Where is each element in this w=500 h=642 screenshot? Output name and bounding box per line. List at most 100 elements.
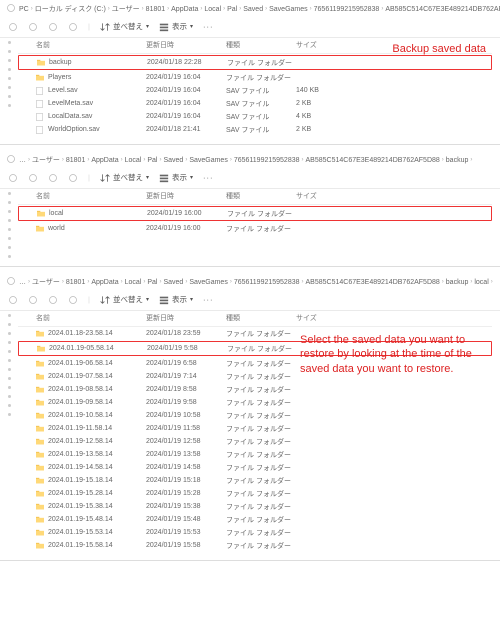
col-date[interactable]: 更新日時 — [146, 40, 226, 50]
table-row[interactable]: 2024.01.19-09.58.142024/01/19 9:58ファイル フ… — [18, 396, 492, 409]
breadcrumb-segment[interactable]: Pal — [147, 157, 157, 164]
breadcrumb[interactable]: …›ユーザー›81801›AppData›Local›Pal›Saved›Sav… — [0, 273, 500, 291]
paste-button[interactable] — [68, 173, 78, 183]
table-row[interactable]: 2024.01.19-15.58.142024/01/19 15:58ファイル … — [18, 539, 492, 552]
sort-button[interactable]: 並べ替え ▾ — [100, 294, 149, 305]
breadcrumb-segment[interactable]: Saved — [243, 6, 263, 13]
breadcrumb-segment[interactable]: Pal — [147, 279, 157, 286]
folder-icon — [36, 451, 44, 458]
gutter-marker — [8, 323, 11, 326]
chevron-down-icon: ▾ — [190, 174, 193, 181]
col-name[interactable]: 名前 — [36, 40, 146, 50]
breadcrumb-segment[interactable]: Saved — [163, 157, 183, 164]
breadcrumb-segment[interactable]: ローカル ディスク (C:) — [35, 4, 106, 14]
breadcrumb-segment[interactable]: Local — [125, 157, 142, 164]
breadcrumb-segment[interactable]: Local — [204, 6, 221, 13]
explorer-panel: PC›ローカル ディスク (C:)›ユーザー›81801›AppData›Loc… — [0, 0, 500, 145]
col-type[interactable]: 種類 — [226, 313, 296, 323]
col-name[interactable]: 名前 — [36, 313, 146, 323]
chevron-down-icon: ▾ — [146, 174, 149, 181]
breadcrumb-segment[interactable]: SaveGames — [189, 279, 228, 286]
table-row[interactable]: local2024/01/19 16:00ファイル フォルダー — [18, 206, 492, 221]
paste-button[interactable] — [68, 22, 78, 32]
table-row[interactable]: 2024.01.19-12.58.142024/01/19 12:58ファイル … — [18, 435, 492, 448]
more-button[interactable]: ··· — [203, 173, 214, 182]
sort-button[interactable]: 並べ替え ▾ — [100, 21, 149, 32]
breadcrumb-segment[interactable]: Pal — [227, 6, 237, 13]
breadcrumb-segment[interactable]: PC — [19, 6, 29, 13]
breadcrumb-segment[interactable]: AppData — [91, 279, 118, 286]
breadcrumb-segment[interactable]: SaveGames — [189, 157, 228, 164]
table-row[interactable]: 2024.01.19-14.58.142024/01/19 14:58ファイル … — [18, 461, 492, 474]
breadcrumb-segment[interactable]: AppData — [91, 157, 118, 164]
column-headers[interactable]: 名前更新日時種類サイズ — [18, 311, 492, 327]
breadcrumb-segment[interactable]: … — [19, 157, 26, 164]
view-button[interactable]: 表示 ▾ — [159, 172, 193, 183]
breadcrumb-segment[interactable]: … — [19, 279, 26, 286]
more-button[interactable]: ··· — [203, 22, 214, 31]
breadcrumb-segment[interactable]: 76561199215952838 — [234, 157, 300, 164]
table-row[interactable]: 2024.01.19-15.18.142024/01/19 15:18ファイル … — [18, 474, 492, 487]
breadcrumb[interactable]: PC›ローカル ディスク (C:)›ユーザー›81801›AppData›Loc… — [0, 0, 500, 18]
table-row[interactable]: Level.sav2024/01/19 16:04SAV ファイル140 KB — [18, 84, 492, 97]
new-button[interactable] — [8, 22, 18, 32]
table-row[interactable]: LocalData.sav2024/01/19 16:04SAV ファイル4 K… — [18, 110, 492, 123]
table-row[interactable]: 2024.01.19-15.48.142024/01/19 15:48ファイル … — [18, 513, 492, 526]
copy-button[interactable] — [48, 295, 58, 305]
breadcrumb-segment[interactable]: Local — [125, 279, 142, 286]
col-size[interactable]: サイズ — [296, 313, 351, 323]
breadcrumb-segment[interactable]: 76561199215952838 — [234, 279, 300, 286]
breadcrumb-segment[interactable]: ユーザー — [112, 4, 140, 14]
table-row[interactable]: LevelMeta.sav2024/01/19 16:04SAV ファイル2 K… — [18, 97, 492, 110]
breadcrumb-segment[interactable]: SaveGames — [269, 6, 308, 13]
col-date[interactable]: 更新日時 — [146, 313, 226, 323]
sort-button[interactable]: 並べ替え ▾ — [100, 172, 149, 183]
breadcrumb-segment[interactable]: AppData — [171, 6, 198, 13]
breadcrumb-segment[interactable]: Saved — [163, 279, 183, 286]
cut-button[interactable] — [28, 295, 38, 305]
breadcrumb-segment[interactable]: 81801 — [66, 157, 85, 164]
breadcrumb-segment[interactable]: ユーザー — [32, 155, 60, 165]
file-date: 2024/01/19 15:38 — [146, 503, 226, 510]
new-button[interactable] — [8, 295, 18, 305]
breadcrumb-segment[interactable]: backup — [446, 279, 469, 286]
table-row[interactable]: world2024/01/19 16:00ファイル フォルダー — [18, 222, 492, 235]
table-row[interactable]: 2024.01.19-15.28.142024/01/19 15:28ファイル … — [18, 487, 492, 500]
file-type: ファイル フォルダー — [226, 73, 296, 83]
breadcrumb[interactable]: …›ユーザー›81801›AppData›Local›Pal›Saved›Sav… — [0, 151, 500, 169]
table-row[interactable]: 2024.01.19-10.58.142024/01/19 10:58ファイル … — [18, 409, 492, 422]
col-type[interactable]: 種類 — [226, 40, 296, 50]
view-button[interactable]: 表示 ▾ — [159, 21, 193, 32]
breadcrumb-segment[interactable]: AB585C514C67E3E489214DB762AF5D88 — [306, 279, 440, 286]
breadcrumb-segment[interactable]: backup — [446, 157, 469, 164]
breadcrumb-segment[interactable]: 76561199215952838 — [314, 6, 380, 13]
col-date[interactable]: 更新日時 — [146, 191, 226, 201]
more-button[interactable]: ··· — [203, 295, 214, 304]
table-row[interactable]: 2024.01.19-08.58.142024/01/19 8:58ファイル フ… — [18, 383, 492, 396]
col-name[interactable]: 名前 — [36, 191, 146, 201]
col-size[interactable]: サイズ — [296, 191, 351, 201]
col-type[interactable]: 種類 — [226, 191, 296, 201]
cut-button[interactable] — [28, 173, 38, 183]
cut-button[interactable] — [28, 22, 38, 32]
table-row[interactable]: 2024.01.19-15.38.142024/01/19 15:38ファイル … — [18, 500, 492, 513]
breadcrumb-segment[interactable]: AB585C514C67E3E489214DB762AF5D88 — [385, 6, 500, 13]
table-row[interactable]: 2024.01.19-13.58.142024/01/19 13:58ファイル … — [18, 448, 492, 461]
table-row[interactable]: 2024.01.19-15.53.142024/01/19 15:53ファイル … — [18, 526, 492, 539]
table-row[interactable]: WorldOption.sav2024/01/18 21:41SAV ファイル2… — [18, 123, 492, 136]
view-button[interactable]: 表示 ▾ — [159, 294, 193, 305]
breadcrumb-segment[interactable]: local — [474, 279, 488, 286]
table-row[interactable]: backup2024/01/18 22:28ファイル フォルダー — [18, 55, 492, 70]
paste-button[interactable] — [68, 295, 78, 305]
breadcrumb-segment[interactable]: 81801 — [66, 279, 85, 286]
new-button[interactable] — [8, 173, 18, 183]
breadcrumb-segment[interactable]: AB585C514C67E3E489214DB762AF5D88 — [306, 157, 440, 164]
breadcrumb-segment[interactable]: ユーザー — [32, 277, 60, 287]
column-headers[interactable]: 名前更新日時種類サイズ — [18, 189, 492, 205]
copy-button[interactable] — [48, 22, 58, 32]
table-row[interactable]: 2024.01.19-11.58.142024/01/19 11:58ファイル … — [18, 422, 492, 435]
copy-button[interactable] — [48, 173, 58, 183]
table-row[interactable]: Players2024/01/19 16:04ファイル フォルダー — [18, 71, 492, 84]
breadcrumb-segment[interactable]: 81801 — [146, 6, 165, 13]
col-size[interactable]: サイズ — [296, 40, 351, 50]
